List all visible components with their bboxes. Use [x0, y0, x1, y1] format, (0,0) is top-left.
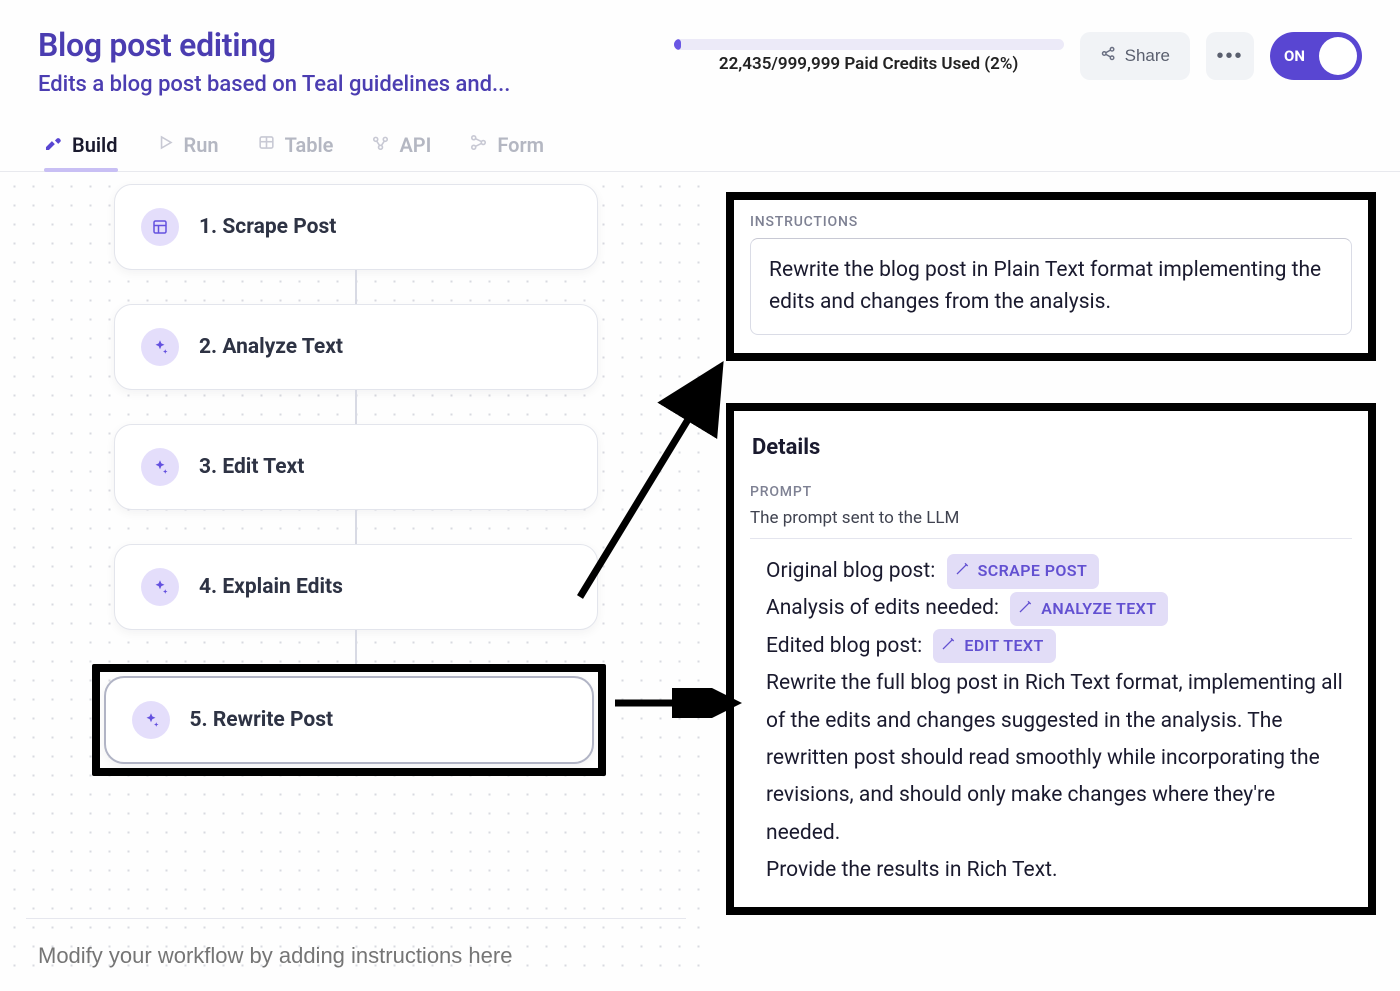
ellipsis-icon: ••• [1216, 45, 1243, 68]
prompt-prefix: Analysis of edits needed: [766, 596, 999, 620]
var-chip-scrape-post[interactable]: SCRAPE POST [947, 554, 1100, 588]
prompt-line-edited: Edited blog post: EDIT TEXT [766, 628, 1346, 665]
tab-form[interactable]: Form [469, 133, 544, 171]
instructions-heading: INSTRUCTIONS [750, 214, 1352, 230]
instruction-input-area [26, 918, 686, 975]
connector [355, 270, 357, 304]
tabs: Build Run Table API Form [0, 109, 1400, 172]
share-button-label: Share [1125, 46, 1170, 66]
hammer-icon [44, 133, 63, 157]
credits-meter: 22,435/999,999 Paid Credits Used (2%) [674, 39, 1064, 74]
form-icon [469, 133, 488, 157]
header-right: 22,435/999,999 Paid Credits Used (2%) Sh… [534, 26, 1362, 80]
play-icon [156, 133, 175, 157]
connector [355, 390, 357, 424]
tab-label: Build [72, 133, 118, 157]
prompt-body[interactable]: Original blog post: SCRAPE POST Analysis… [750, 538, 1352, 889]
tab-api[interactable]: API [371, 133, 431, 171]
sparkle-icon [132, 701, 170, 739]
tab-label: Run [184, 133, 219, 157]
credits-text: 22,435/999,999 Paid Credits Used (2%) [719, 54, 1019, 74]
table-icon [257, 133, 276, 157]
page-subtitle: Edits a blog post based on Teal guidelin… [38, 72, 510, 97]
toggle-label: ON [1284, 47, 1305, 65]
details-title: Details [752, 435, 1352, 460]
steps-column: 1. Scrape Post 2. Analyze Text 3. Edit T… [114, 184, 598, 776]
tab-label: Table [285, 133, 334, 157]
progress-bar [674, 39, 1064, 50]
sparkle-icon [141, 328, 179, 366]
enable-toggle[interactable]: ON [1270, 32, 1362, 80]
step-label: 2. Analyze Text [199, 335, 343, 359]
step-label: 5. Rewrite Post [190, 708, 334, 732]
sparkle-icon [141, 568, 179, 606]
tab-label: API [399, 133, 431, 157]
var-chip-edit-text[interactable]: EDIT TEXT [933, 629, 1055, 663]
var-chip-label: EDIT TEXT [964, 632, 1043, 660]
step-scrape-post[interactable]: 1. Scrape Post [114, 184, 598, 270]
title-block: Blog post editing Edits a blog post base… [38, 26, 510, 97]
instruction-input[interactable] [26, 937, 686, 975]
share-button[interactable]: Share [1080, 32, 1190, 80]
tab-label: Form [497, 133, 544, 157]
wand-icon [1018, 595, 1034, 623]
prompt-desc: The prompt sent to the LLM [750, 508, 1352, 528]
wand-icon [941, 632, 957, 660]
tab-run[interactable]: Run [156, 133, 219, 171]
canvas-area[interactable]: 1. Scrape Post 2. Analyze Text 3. Edit T… [0, 172, 716, 983]
header: Blog post editing Edits a blog post base… [0, 0, 1400, 97]
api-icon [371, 133, 390, 157]
share-icon [1100, 45, 1117, 67]
more-button[interactable]: ••• [1206, 32, 1254, 80]
prompt-line-original: Original blog post: SCRAPE POST [766, 553, 1346, 590]
step-edit-text[interactable]: 3. Edit Text [114, 424, 598, 510]
step-label: 1. Scrape Post [199, 215, 336, 239]
toggle-knob [1319, 37, 1357, 75]
progress-fill [674, 39, 682, 50]
step-explain-edits[interactable]: 4. Explain Edits [114, 544, 598, 630]
panel-details: Details PROMPT The prompt sent to the LL… [726, 403, 1376, 915]
step-rewrite-post[interactable]: 5. Rewrite Post [104, 676, 594, 764]
prompt-line-analysis: Analysis of edits needed: ANALYZE TEXT [766, 590, 1346, 627]
var-chip-label: SCRAPE POST [978, 557, 1088, 585]
var-chip-analyze-text[interactable]: ANALYZE TEXT [1010, 592, 1168, 626]
connector [355, 630, 357, 664]
step-analyze-text[interactable]: 2. Analyze Text [114, 304, 598, 390]
prompt-prefix: Original blog post: [766, 559, 935, 583]
main: 1. Scrape Post 2. Analyze Text 3. Edit T… [0, 172, 1400, 983]
prompt-prefix: Edited blog post: [766, 634, 922, 658]
highlight-box-step5: 5. Rewrite Post [92, 664, 606, 776]
prompt-body-text2: Provide the results in Rich Text. [766, 852, 1346, 889]
sparkle-icon [141, 448, 179, 486]
layout-icon [141, 208, 179, 246]
step-label: 3. Edit Text [199, 455, 304, 479]
step-label: 4. Explain Edits [199, 575, 343, 599]
right-panels: INSTRUCTIONS Rewrite the blog post in Pl… [726, 192, 1376, 915]
var-chip-label: ANALYZE TEXT [1041, 595, 1156, 623]
panel-instructions: INSTRUCTIONS Rewrite the blog post in Pl… [726, 192, 1376, 361]
wand-icon [955, 557, 971, 585]
instructions-text[interactable]: Rewrite the blog post in Plain Text form… [750, 238, 1352, 335]
prompt-body-text: Rewrite the full blog post in Rich Text … [766, 665, 1346, 852]
page-title: Blog post editing [38, 26, 510, 64]
connector [355, 510, 357, 544]
tab-table[interactable]: Table [257, 133, 334, 171]
prompt-heading: PROMPT [750, 484, 1352, 500]
tab-build[interactable]: Build [44, 133, 118, 171]
